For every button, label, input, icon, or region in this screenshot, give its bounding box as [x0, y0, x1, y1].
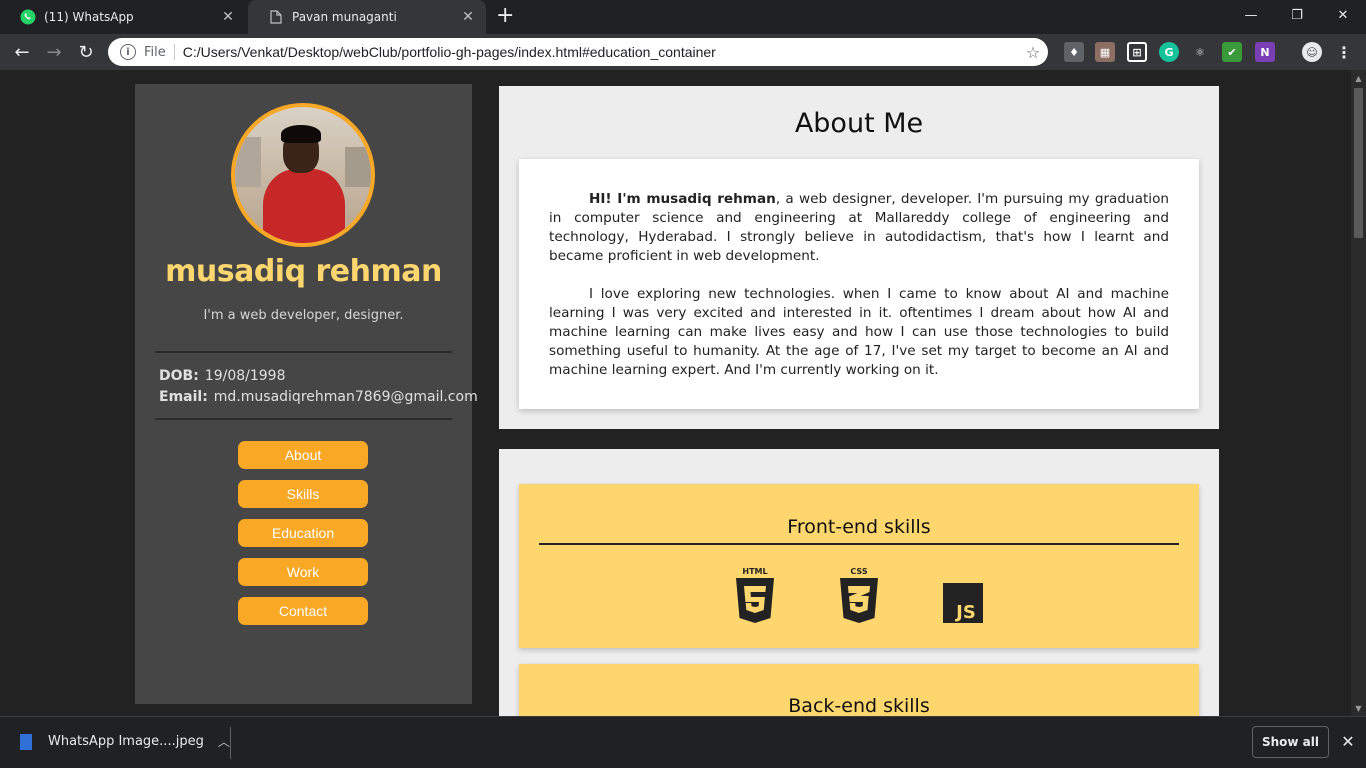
download-bar: WhatsApp Image....jpeg ︿ Show all ✕: [0, 716, 1366, 768]
bookmark-star-icon[interactable]: ☆: [1018, 43, 1048, 62]
scrollbar-thumb[interactable]: [1354, 88, 1363, 238]
html-label: HTML: [742, 567, 767, 576]
backend-skills-card: Back-end skills: [519, 664, 1199, 716]
menu-kebab-icon[interactable]: ⋮: [1334, 42, 1354, 62]
page-viewport: musadiq rehman I'm a web developer, desi…: [0, 70, 1366, 716]
js-icon: JS: [943, 583, 983, 627]
dob-row: DOB: 19/08/1998: [159, 368, 286, 384]
download-item[interactable]: WhatsApp Image....jpeg ︿: [20, 733, 230, 750]
forward-arrow-icon[interactable]: →: [42, 40, 66, 64]
profile-sidebar: musadiq rehman I'm a web developer, desi…: [135, 84, 478, 704]
tab-title: (11) WhatsApp: [44, 10, 134, 24]
whatsapp-icon: [20, 9, 36, 25]
page-icon: [268, 9, 284, 25]
lightbulb-extension-icon[interactable]: ♦: [1064, 42, 1084, 62]
new-tab-button[interactable]: +: [496, 4, 514, 28]
skill-card-title: Back-end skills: [788, 695, 930, 716]
restore-icon[interactable]: ❐: [1274, 0, 1320, 30]
chevron-up-icon[interactable]: ︿: [218, 733, 230, 750]
grid-extension-icon[interactable]: ⊞: [1127, 42, 1147, 62]
checkmark-extension-icon[interactable]: ✔: [1222, 42, 1242, 62]
frontend-skills-card: Front-end skills HTML CSS JS: [519, 484, 1199, 648]
divider: [230, 727, 231, 759]
skills-section: Front-end skills HTML CSS JS Back-end sk…: [499, 449, 1219, 716]
nav-work-button[interactable]: Work: [238, 558, 368, 586]
scroll-up-icon[interactable]: ▲: [1351, 70, 1366, 86]
scroll-down-icon[interactable]: ▼: [1351, 700, 1366, 716]
profile-avatar-icon[interactable]: ☺: [1302, 42, 1322, 62]
onenote-icon[interactable]: N: [1255, 42, 1275, 62]
info-icon[interactable]: i: [120, 44, 136, 60]
dob-value: 19/08/1998: [204, 368, 286, 384]
about-section: About Me HI! I'm musadiq rehman, a web d…: [499, 86, 1219, 429]
section-title: About Me: [794, 108, 924, 139]
tab-strip: (11) WhatsApp ✕ Pavan munaganti ✕ + — ❐ …: [0, 0, 1366, 34]
profile-name: musadiq rehman: [165, 254, 442, 289]
tab-portfolio[interactable]: Pavan munaganti ✕: [248, 0, 486, 34]
css3-icon: CSS: [839, 566, 879, 628]
close-tab-icon[interactable]: ✕: [216, 9, 240, 25]
about-card: HI! I'm musadiq rehman, a web designer, …: [519, 159, 1199, 409]
divider: [539, 543, 1179, 545]
close-icon[interactable]: ✕: [1338, 731, 1358, 751]
minimize-icon[interactable]: —: [1228, 0, 1274, 30]
reload-icon[interactable]: ↻: [74, 40, 98, 64]
browser-toolbar: ← → ↻ i File C:/Users/Venkat/Desktop/web…: [0, 34, 1366, 70]
email-value: md.musadiqrehman7869@gmail.com: [213, 389, 478, 405]
divider: [155, 418, 452, 420]
css-label: CSS: [850, 567, 867, 576]
photo-extension-icon[interactable]: ▦: [1095, 42, 1115, 62]
tab-title: Pavan munaganti: [292, 10, 397, 24]
skill-card-title: Front-end skills: [787, 516, 931, 538]
close-window-icon[interactable]: ✕: [1320, 0, 1366, 30]
about-paragraph: I love exploring new technologies. when …: [549, 286, 1169, 378]
nav-contact-button[interactable]: Contact: [238, 597, 368, 625]
avatar: [231, 103, 375, 247]
back-arrow-icon[interactable]: ←: [10, 40, 34, 64]
nav-skills-button[interactable]: Skills: [238, 480, 368, 508]
scheme-label: File: [144, 44, 166, 60]
nav-about-button[interactable]: About: [238, 441, 368, 469]
react-devtools-icon[interactable]: ⚛: [1190, 42, 1210, 62]
about-paragraph: HI! I'm musadiq rehman, a web designer, …: [549, 190, 1169, 266]
image-file-icon: [20, 733, 32, 750]
html5-icon: HTML: [735, 566, 775, 628]
address-bar[interactable]: i File C:/Users/Venkat/Desktop/webClub/p…: [108, 38, 1048, 66]
divider: [173, 44, 175, 60]
email-label: Email:: [159, 389, 208, 405]
tab-whatsapp[interactable]: (11) WhatsApp ✕: [0, 0, 246, 34]
download-file-name: WhatsApp Image....jpeg: [48, 734, 204, 749]
dob-label: DOB:: [159, 368, 199, 384]
nav-education-button[interactable]: Education: [238, 519, 368, 547]
url-text[interactable]: C:/Users/Venkat/Desktop/webClub/portfoli…: [183, 44, 1018, 60]
profile-tagline: I'm a web developer, designer.: [203, 308, 404, 323]
email-row: Email: md.musadiqrehman7869@gmail.com: [159, 389, 478, 405]
divider: [155, 351, 452, 353]
js-label: JS: [954, 602, 976, 623]
show-all-button[interactable]: Show all: [1252, 726, 1329, 758]
page-scrollbar[interactable]: ▲ ▼: [1351, 70, 1366, 716]
close-tab-icon[interactable]: ✕: [456, 9, 480, 25]
grammarly-icon[interactable]: G: [1159, 42, 1179, 62]
about-intro-bold: HI! I'm musadiq rehman: [589, 191, 776, 207]
